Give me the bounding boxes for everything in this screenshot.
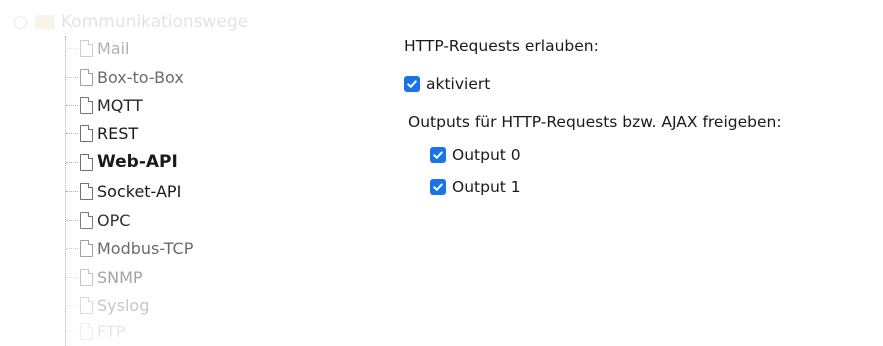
checkmark-icon <box>433 183 443 191</box>
output-1-label: Output 1 <box>452 178 521 196</box>
outputs-heading: Outputs für HTTP-Requests bzw. AJAX frei… <box>408 113 782 131</box>
checkmark-icon <box>433 151 443 159</box>
http-requests-checkbox[interactable] <box>404 76 420 92</box>
output-0-toggle[interactable]: Output 0 <box>430 145 521 165</box>
output-1-checkbox[interactable] <box>430 179 446 195</box>
http-requests-checkbox-label: aktiviert <box>426 75 491 93</box>
output-0-checkbox[interactable] <box>430 147 446 163</box>
http-requests-toggle[interactable]: aktiviert <box>404 74 490 94</box>
http-requests-heading: HTTP-Requests erlauben: <box>404 37 599 55</box>
web-api-settings: HTTP-Requests erlauben: aktiviert Output… <box>0 0 883 342</box>
output-0-label: Output 0 <box>452 146 521 164</box>
checkmark-icon <box>407 80 417 88</box>
output-1-toggle[interactable]: Output 1 <box>430 177 521 197</box>
